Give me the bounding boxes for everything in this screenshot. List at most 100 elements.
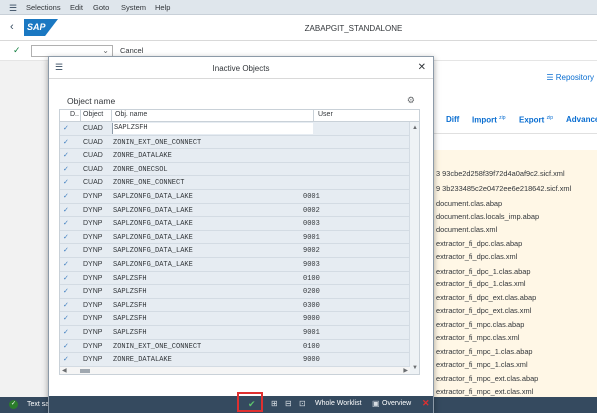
enter-check-icon[interactable]: ✓ <box>13 45 21 56</box>
file-item[interactable]: extractor_fi_mpc_1.clas.abap <box>436 347 533 356</box>
confirm-check-icon[interactable]: ✔ <box>248 399 256 410</box>
checkmark-icon[interactable]: ✓ <box>63 165 69 173</box>
file-item[interactable]: extractor_fi_dpc_1.clas.xml <box>436 279 526 288</box>
select-icon[interactable]: ⊡ <box>299 399 306 408</box>
checkmark-icon[interactable]: ✓ <box>63 246 69 254</box>
checkmark-icon[interactable]: ✓ <box>63 233 69 241</box>
cell-number: 9001 <box>303 233 320 242</box>
table-row[interactable]: ✓ DYNP SAPLZONFG_DATA_LAKE 0001 <box>60 190 410 204</box>
checkmark-icon[interactable]: ✓ <box>63 355 69 363</box>
diff-link[interactable]: Diff <box>446 115 459 124</box>
column-header-obj-name[interactable]: Obj. name <box>115 111 147 118</box>
file-item[interactable]: extractor_fi_dpc_ext.clas.xml <box>436 306 531 315</box>
table-row[interactable]: ✓ DYNP SAPLZONFG_DATA_LAKE 9003 <box>60 258 410 272</box>
cell-obj-name: SAPLZONFG_DATA_LAKE <box>113 261 193 269</box>
file-item[interactable]: extractor_fi_dpc_ext.clas.abap <box>436 293 536 302</box>
table-row[interactable]: ✓ DYNP SAPLZSFH 9000 <box>60 312 410 326</box>
menu-system[interactable]: System <box>121 3 146 12</box>
table-row[interactable]: ✓ DYNP SAPLZONFG_DATA_LAKE 9001 <box>60 230 410 245</box>
gear-icon[interactable]: ⚙ <box>407 95 415 106</box>
scroll-left-icon[interactable]: ◀ <box>62 367 67 374</box>
chevron-down-icon[interactable]: ⌄ <box>102 46 109 55</box>
repository-link[interactable]: ☰ Repository <box>546 73 594 82</box>
column-header-user[interactable]: User <box>318 111 333 118</box>
menu-help[interactable]: Help <box>155 3 170 12</box>
file-item[interactable]: extractor_fi_mpc.clas.xml <box>436 333 519 342</box>
table-row[interactable]: ✓ DYNP ZONIN_EXT_ONE_CONNECT 0100 <box>60 339 410 354</box>
checkmark-icon[interactable]: ✓ <box>63 219 69 227</box>
file-item[interactable]: extractor_fi_mpc_1.clas.xml <box>436 360 528 369</box>
cell-object: CUAD <box>83 179 103 187</box>
menu-edit[interactable]: Edit <box>70 3 83 12</box>
cell-obj-name[interactable]: SAPLZSFH <box>112 123 313 134</box>
table-row[interactable]: ✓ CUAD SAPLZSFH <box>60 122 410 136</box>
checkmark-icon[interactable]: ✓ <box>63 138 69 146</box>
file-item[interactable]: extractor_fi_dpc_1.clas.abap <box>436 267 531 276</box>
overview-button[interactable]: Overview <box>382 400 411 407</box>
overview-icon[interactable]: ▣ <box>372 399 380 408</box>
checkmark-icon[interactable]: ✓ <box>63 314 69 322</box>
cancel-button[interactable]: Cancel <box>120 46 143 55</box>
checkmark-icon[interactable]: ✓ <box>63 206 69 214</box>
file-item[interactable]: document.clas.locals_imp.abap <box>436 212 539 221</box>
table-row[interactable]: ✓ DYNP SAPLZSFH 0300 <box>60 298 410 313</box>
cell-number: 9000 <box>303 315 320 324</box>
cell-number: 0003 <box>303 220 320 229</box>
tree-icon[interactable]: ⊞ <box>271 399 278 408</box>
checkmark-icon[interactable]: ✓ <box>63 192 69 200</box>
menu-selections[interactable]: Selections <box>26 3 61 12</box>
whole-worklist-button[interactable]: Whole Worklist <box>315 400 362 407</box>
file-item[interactable]: document.clas.abap <box>436 199 502 208</box>
checkmark-icon[interactable]: ✓ <box>63 287 69 295</box>
cell-number: 0200 <box>303 288 320 297</box>
import-zip-link[interactable]: Import zip <box>472 115 506 125</box>
file-item[interactable]: extractor_fi_mpc_ext.clas.abap <box>436 374 538 383</box>
checkmark-icon[interactable]: ✓ <box>63 124 69 132</box>
file-item[interactable]: extractor_fi_mpc_ext.clas.xml <box>436 387 533 396</box>
vertical-scrollbar[interactable]: ▲ ▼ <box>409 122 419 374</box>
advanced-link[interactable]: Advance <box>566 115 597 124</box>
checkmark-icon[interactable]: ✓ <box>63 178 69 186</box>
horizontal-scrollbar[interactable]: ◀ ▶ <box>60 366 410 374</box>
export-zip-link[interactable]: Export zip <box>519 115 553 125</box>
scroll-right-icon[interactable]: ▶ <box>403 367 408 374</box>
table-row[interactable]: ✓ DYNP SAPLZONFG_DATA_LAKE 0002 <box>60 203 410 218</box>
table-row[interactable]: ✓ DYNP SAPLZSFH 0100 <box>60 271 410 286</box>
file-item[interactable]: extractor_fi_mpc.clas.abap <box>436 320 524 329</box>
table-row[interactable]: ✓ DYNP SAPLZSFH 0200 <box>60 285 410 299</box>
checkmark-icon[interactable]: ✓ <box>63 301 69 309</box>
checkmark-icon[interactable]: ✓ <box>63 328 69 336</box>
file-item[interactable]: 3 93cbe2d258f39f72d4a0af9c2.sicf.xml <box>436 169 565 178</box>
cancel-x-icon[interactable]: ✕ <box>422 398 430 409</box>
cell-object: DYNP <box>83 301 103 309</box>
checkmark-icon[interactable]: ✓ <box>63 274 69 282</box>
table-row[interactable]: ✓ DYNP SAPLZONFG_DATA_LAKE 9002 <box>60 244 410 258</box>
file-item[interactable]: 9 3b233485c2e0472ee6e218642.sicf.xml <box>436 184 571 193</box>
scroll-up-icon[interactable]: ▲ <box>412 125 418 131</box>
checkmark-icon[interactable]: ✓ <box>63 260 69 268</box>
scroll-down-icon[interactable]: ▼ <box>412 365 418 371</box>
table-row[interactable]: ✓ CUAD ZONRE_DATALAKE <box>60 149 410 163</box>
table-row[interactable]: ✓ CUAD ZONRE_ONECSOL <box>60 162 410 177</box>
file-item[interactable]: document.clas.xml <box>436 225 497 234</box>
table-row[interactable]: ✓ CUAD ZONRE_ONE_CONNECT <box>60 176 410 190</box>
table-row[interactable]: ✓ DYNP ZONRE_DATALAKE 9000 <box>60 353 410 367</box>
checkmark-icon[interactable]: ✓ <box>63 151 69 159</box>
menu-goto[interactable]: Goto <box>93 3 109 12</box>
table-row[interactable]: ✓ DYNP SAPLZONFG_DATA_LAKE 0003 <box>60 217 410 231</box>
cell-object: DYNP <box>83 329 103 336</box>
column-header-object[interactable]: Object <box>83 111 103 118</box>
file-item[interactable]: extractor_fi_dpc.clas.xml <box>436 252 517 261</box>
file-item[interactable]: extractor_fi_dpc.clas.abap <box>436 239 522 248</box>
table-row[interactable]: ✓ CUAD ZONIN_EXT_ONE_CONNECT <box>60 135 410 150</box>
column-header-d[interactable]: D.. <box>70 111 79 118</box>
menu-icon[interactable]: ☰ <box>9 3 17 14</box>
scroll-thumb[interactable] <box>80 369 90 373</box>
status-text: Text sa <box>27 401 50 408</box>
checkmark-icon[interactable]: ✓ <box>63 342 69 350</box>
hierarchy-icon[interactable]: ⊟ <box>285 399 292 408</box>
transaction-title: ZABAPGIT_STANDALONE <box>304 24 403 33</box>
table-row[interactable]: ✓ DYNP SAPLZSFH 9001 <box>60 326 410 340</box>
cell-obj-name: SAPLZONFG_DATA_LAKE <box>113 206 193 215</box>
close-icon[interactable]: ✕ <box>418 62 426 73</box>
